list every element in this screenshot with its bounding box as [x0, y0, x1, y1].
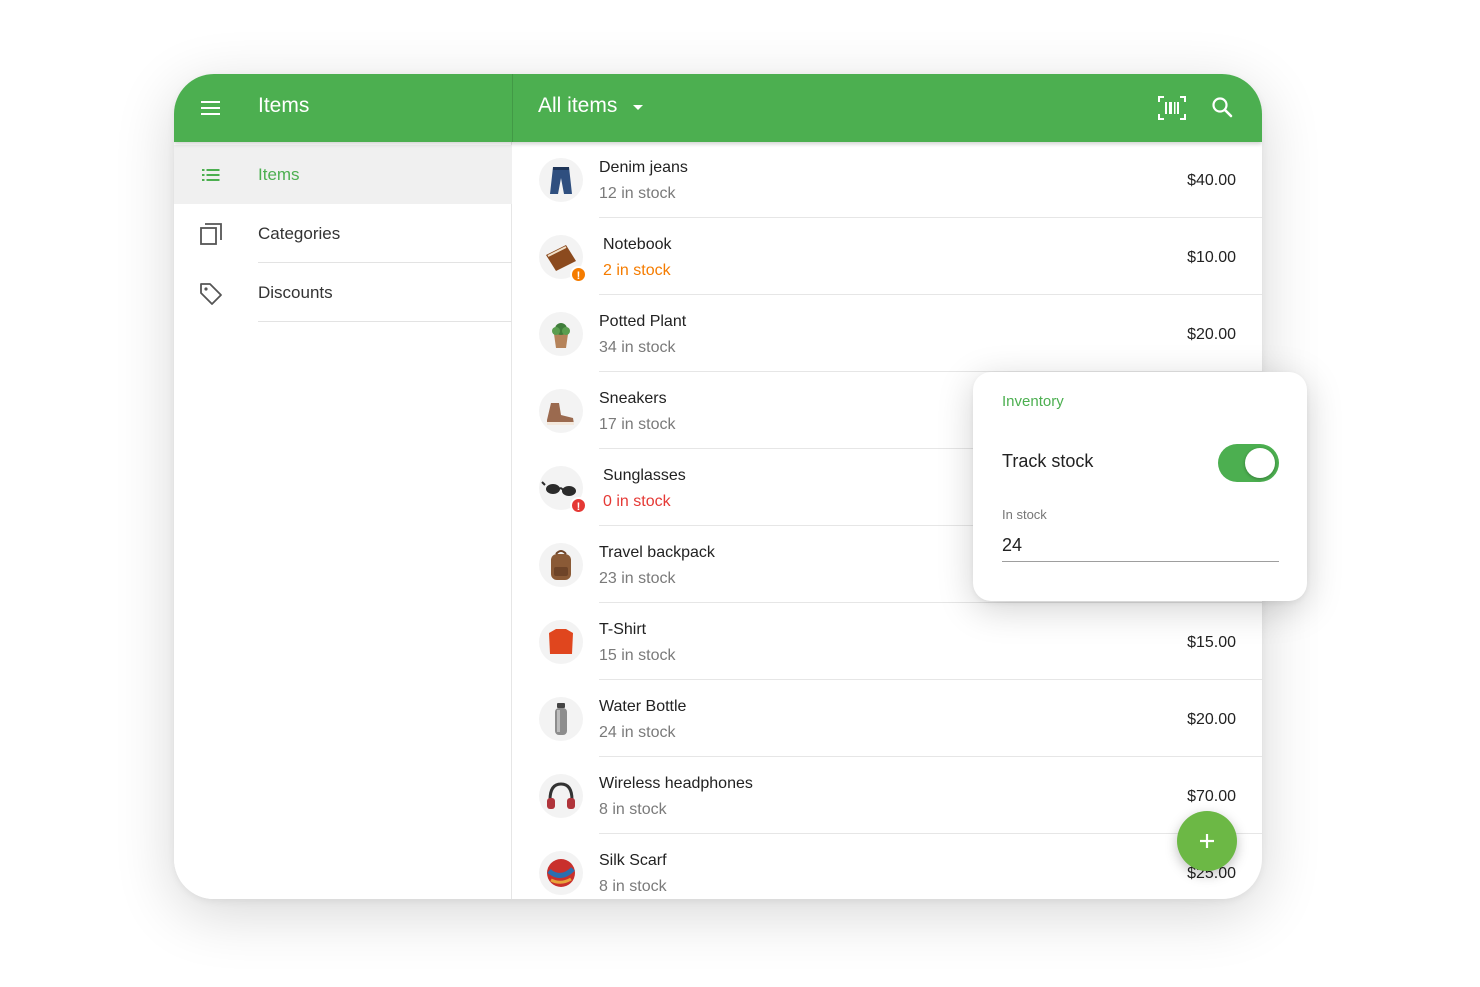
toggle-knob — [1245, 448, 1275, 478]
tshirt-thumbnail — [539, 620, 583, 664]
dropdown-caret-icon — [633, 104, 644, 110]
list-item-potted-plant[interactable]: Potted Plant 34 in stock $20.00 — [513, 296, 1262, 372]
item-stock: 0 in stock — [603, 493, 671, 510]
item-stock: 15 in stock — [599, 647, 676, 664]
backpack-thumbnail — [539, 543, 583, 587]
item-stock: 8 in stock — [599, 878, 667, 895]
menu-icon[interactable] — [198, 96, 224, 120]
list-item-water-bottle[interactable]: Water Bottle 24 in stock $20.00 — [513, 681, 1262, 757]
scarf-thumbnail — [539, 851, 583, 895]
sunglasses-thumbnail: ! — [539, 466, 587, 514]
list-item-t-shirt[interactable]: T-Shirt 15 in stock $15.00 — [513, 604, 1262, 680]
item-stock: 17 in stock — [599, 416, 676, 433]
plant-thumbnail — [539, 312, 583, 356]
tag-icon — [198, 280, 224, 306]
item-stock: 23 in stock — [599, 570, 676, 587]
divider — [599, 756, 1262, 757]
out-of-stock-alert-icon: ! — [570, 497, 587, 514]
in-stock-input[interactable] — [1002, 530, 1279, 562]
search-icon[interactable] — [1210, 94, 1236, 122]
divider — [599, 679, 1262, 680]
divider — [599, 217, 1262, 218]
sidebar-item-label: Discounts — [258, 283, 333, 302]
item-name: Denim jeans — [599, 159, 688, 176]
sidebar-item-label: Items — [258, 165, 300, 184]
bottle-thumbnail — [539, 697, 583, 741]
item-price: $15.00 — [1187, 634, 1236, 651]
item-stock: 34 in stock — [599, 339, 676, 356]
track-stock-label: Track stock — [1002, 451, 1094, 471]
item-name: Potted Plant — [599, 313, 687, 330]
item-name: T-Shirt — [599, 621, 647, 638]
add-item-button[interactable] — [1177, 811, 1237, 871]
list-icon — [198, 162, 224, 188]
item-stock: 12 in stock — [599, 185, 676, 202]
item-name: Sneakers — [599, 390, 667, 407]
divider — [258, 321, 512, 322]
header-divider — [512, 74, 513, 142]
item-name: Water Bottle — [599, 698, 687, 715]
divider — [599, 602, 1262, 603]
list-item-notebook[interactable]: ! Notebook 2 in stock $10.00 — [513, 219, 1262, 295]
inventory-card-title: Inventory — [1002, 393, 1064, 410]
sidebar-item-label: Categories — [258, 224, 341, 243]
notebook-thumbnail: ! — [539, 235, 587, 283]
item-name: Sunglasses — [603, 467, 686, 484]
sidebar-item-categories[interactable]: Categories — [174, 204, 512, 263]
sneakers-thumbnail — [539, 389, 583, 433]
item-stock: 2 in stock — [603, 262, 671, 279]
item-name: Travel backpack — [599, 544, 715, 561]
low-stock-warning-icon: ! — [570, 266, 587, 283]
item-price: $20.00 — [1187, 711, 1236, 728]
item-name: Notebook — [603, 236, 672, 253]
item-price: $10.00 — [1187, 249, 1236, 266]
headphones-thumbnail — [539, 774, 583, 818]
item-price: $20.00 — [1187, 326, 1236, 343]
item-price: $70.00 — [1187, 788, 1236, 805]
list-item-silk-scarf[interactable]: Silk Scarf 8 in stock $25.00 — [513, 835, 1262, 899]
track-stock-toggle[interactable] — [1218, 444, 1279, 482]
top-app-bar: Items All items — [174, 74, 1262, 142]
plus-icon — [1200, 834, 1214, 848]
sidebar: Items Categories Discounts — [174, 142, 512, 899]
list-item-denim-jeans[interactable]: Denim jeans 12 in stock $40.00 — [513, 142, 1262, 218]
item-stock: 8 in stock — [599, 801, 667, 818]
item-name: Wireless headphones — [599, 775, 753, 792]
in-stock-label: In stock — [1002, 507, 1047, 522]
item-stock: 24 in stock — [599, 724, 676, 741]
sidebar-item-items[interactable]: Items — [174, 145, 512, 204]
copy-icon — [198, 221, 224, 247]
divider — [599, 294, 1262, 295]
item-price: $40.00 — [1187, 172, 1236, 189]
barcode-icon[interactable] — [1157, 94, 1187, 122]
item-name: Silk Scarf — [599, 852, 667, 869]
filter-dropdown[interactable]: All items — [538, 94, 644, 118]
filter-label: All items — [538, 94, 618, 117]
jeans-thumbnail — [539, 158, 583, 202]
list-item-wireless-headphones[interactable]: Wireless headphones 8 in stock $70.00 — [513, 758, 1262, 834]
inventory-card: Inventory Track stock In stock — [973, 372, 1307, 601]
sidebar-item-discounts[interactable]: Discounts — [174, 263, 512, 322]
divider — [599, 833, 1262, 834]
app-title: Items — [258, 94, 310, 117]
